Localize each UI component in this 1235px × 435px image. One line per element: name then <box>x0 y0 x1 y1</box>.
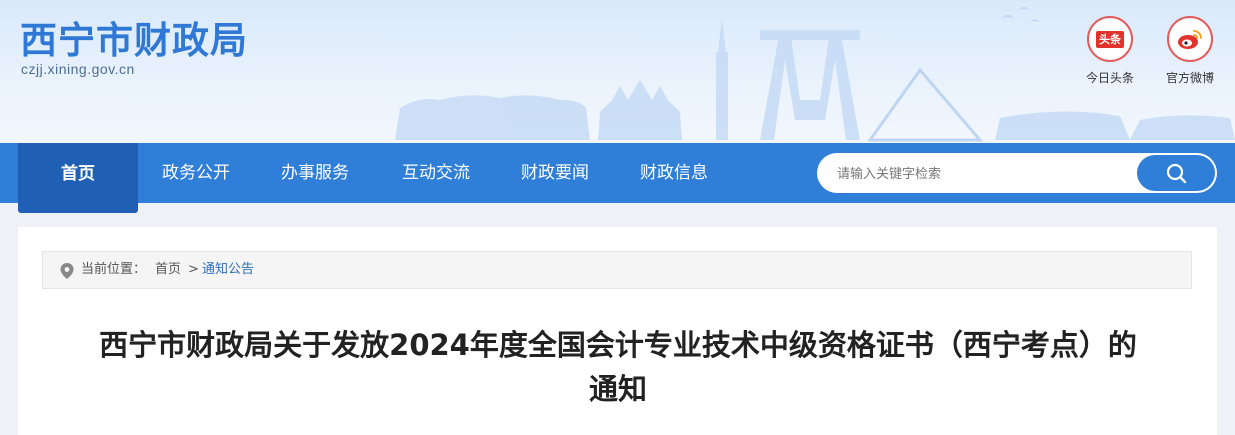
content-panel: 当前位置： 首页 > 通知公告 西宁市财政局关于发放2024年度全国会计专业技术… <box>18 227 1217 435</box>
search-icon <box>1166 163 1187 184</box>
nav-item-home[interactable]: 首页 <box>18 143 138 213</box>
main-nav: 首页 政务公开 办事服务 互动交流 财政要闻 财政信息 <box>0 143 1235 213</box>
nav-item-services[interactable]: 办事服务 <box>281 143 349 203</box>
search-button[interactable] <box>1137 155 1215 191</box>
site-title[interactable]: 西宁市财政局 <box>20 10 248 64</box>
nav-item-interaction[interactable]: 互动交流 <box>402 143 470 203</box>
search-input[interactable] <box>817 153 1159 193</box>
search-box <box>817 153 1217 193</box>
breadcrumb-home[interactable]: 首页 <box>155 252 181 288</box>
breadcrumb-prefix: 当前位置： <box>81 262 147 277</box>
article-title: 西宁市财政局关于发放2024年度全国会计专业技术中级资格证书（西宁考点）的通知 <box>99 328 1137 406</box>
breadcrumb: 当前位置： 首页 > 通知公告 <box>42 251 1192 289</box>
nav-item-finance-news[interactable]: 财政要闻 <box>521 143 589 203</box>
weibo-icon <box>1178 30 1202 49</box>
weibo-label: 官方微博 <box>1165 71 1214 85</box>
weibo-link[interactable]: 官方微博 <box>1155 16 1225 86</box>
location-pin-icon <box>60 263 74 279</box>
site-domain: czjj.xining.gov.cn <box>21 61 135 77</box>
nav-item-finance-info[interactable]: 财政信息 <box>640 143 708 203</box>
toutiao-icon: 头条 <box>1096 30 1124 48</box>
toutiao-label: 今日头条 <box>1085 71 1134 85</box>
breadcrumb-current[interactable]: 通知公告 <box>202 252 254 288</box>
nav-item-gov-affairs[interactable]: 政务公开 <box>162 143 230 203</box>
site-header: 西宁市财政局 czjj.xining.gov.cn 头条 今日头条 官方微博 <box>0 0 1235 143</box>
toutiao-link[interactable]: 头条 今日头条 <box>1075 16 1145 86</box>
breadcrumb-separator: > <box>188 262 199 277</box>
